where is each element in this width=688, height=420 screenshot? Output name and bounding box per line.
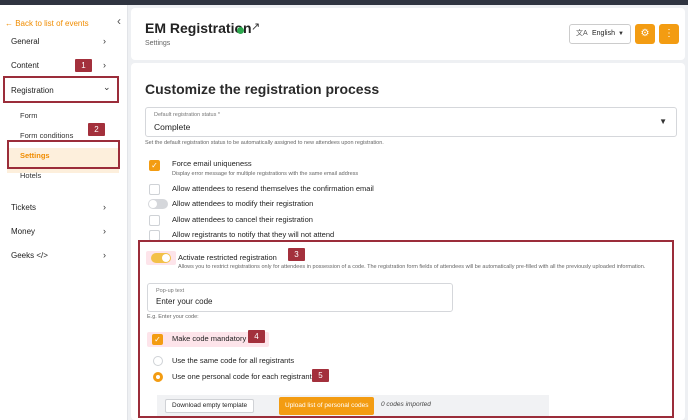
status-dot [237, 27, 244, 34]
sidebar-subitem-hotels[interactable]: Hotels [20, 171, 41, 180]
sidebar-item-label: Content [11, 61, 40, 70]
checkbox-email-uniqueness[interactable]: ✓ [149, 160, 160, 171]
option-label: Allow attendees to modify their registra… [172, 199, 314, 208]
kebab-menu-icon: ⋮ [664, 28, 674, 39]
sidebar: ‹ ← Back to list of events General › Con… [0, 5, 128, 420]
language-label: English [592, 30, 615, 37]
back-to-events-link[interactable]: ← Back to list of events [5, 19, 89, 28]
chevron-right-icon: › [103, 60, 106, 70]
caret-down-icon: ▼ [659, 117, 667, 126]
default-status-select[interactable]: Default registration status * Complete ▼ [145, 107, 677, 137]
translate-icon: 文A [576, 30, 588, 37]
page-title: EM Registration [145, 20, 252, 36]
sidebar-item-money[interactable]: Money [11, 227, 111, 236]
annotation-badge-5: 5 [312, 369, 329, 382]
sidebar-item-label: General [11, 37, 40, 46]
select-label: Default registration status * [154, 112, 221, 118]
option-label: Allow attendees to resend themselves the… [172, 184, 374, 193]
sidebar-subitem-form-conditions[interactable]: Form conditions [20, 131, 73, 140]
chevron-right-icon: › [103, 250, 106, 260]
sidebar-item-label: Geeks </> [11, 251, 48, 260]
toggle-modify-registration[interactable] [148, 199, 168, 209]
sidebar-item-general[interactable]: General [11, 37, 111, 46]
annotation-box-registration [3, 76, 119, 103]
language-select[interactable]: 文A English ▼ [569, 24, 631, 44]
caret-down-icon: ▼ [618, 31, 624, 37]
page-subtitle: Settings [145, 40, 171, 47]
select-value: Complete [154, 122, 191, 132]
page-header: EM Registration ↗ Settings 文A English ▼ … [131, 8, 685, 60]
sidebar-item-content[interactable]: Content [11, 61, 111, 70]
checkbox-resend-confirmation[interactable] [149, 184, 160, 195]
chevron-right-icon: › [103, 36, 106, 46]
checkbox-cancel-registration[interactable] [149, 215, 160, 226]
option-label: Allow registrants to notify that they wi… [172, 230, 335, 239]
annotation-box-restricted [138, 240, 674, 418]
collapse-sidebar-icon[interactable]: ‹ [117, 14, 121, 28]
sidebar-item-label: Tickets [11, 203, 37, 212]
sidebar-item-label: Money [11, 227, 36, 236]
sidebar-item-geeks[interactable]: Geeks </> [11, 251, 111, 260]
annotation-badge-3: 3 [288, 248, 305, 261]
external-link-icon[interactable]: ↗ [251, 20, 260, 33]
annotation-badge-4: 4 [248, 330, 265, 343]
more-options-button[interactable]: ⋮ [659, 24, 679, 44]
annotation-box-settings [7, 140, 120, 169]
option-sub-label: Display error message for multiple regis… [172, 171, 359, 177]
chevron-right-icon: › [103, 202, 106, 212]
annotation-badge-2: 2 [88, 123, 105, 136]
gear-icon: ⚙ [640, 28, 650, 39]
settings-gear-button[interactable]: ⚙ [635, 24, 655, 44]
sidebar-subitem-form[interactable]: Form [20, 111, 38, 120]
option-label: Force email uniqueness [172, 159, 252, 168]
select-help-text: Set the default registration status to b… [145, 140, 384, 146]
section-heading: Customize the registration process [145, 81, 380, 97]
sidebar-item-tickets[interactable]: Tickets [11, 203, 111, 212]
annotation-badge-1: 1 [75, 59, 92, 72]
option-label: Allow attendees to cancel their registra… [172, 215, 313, 224]
chevron-right-icon: › [103, 226, 106, 236]
